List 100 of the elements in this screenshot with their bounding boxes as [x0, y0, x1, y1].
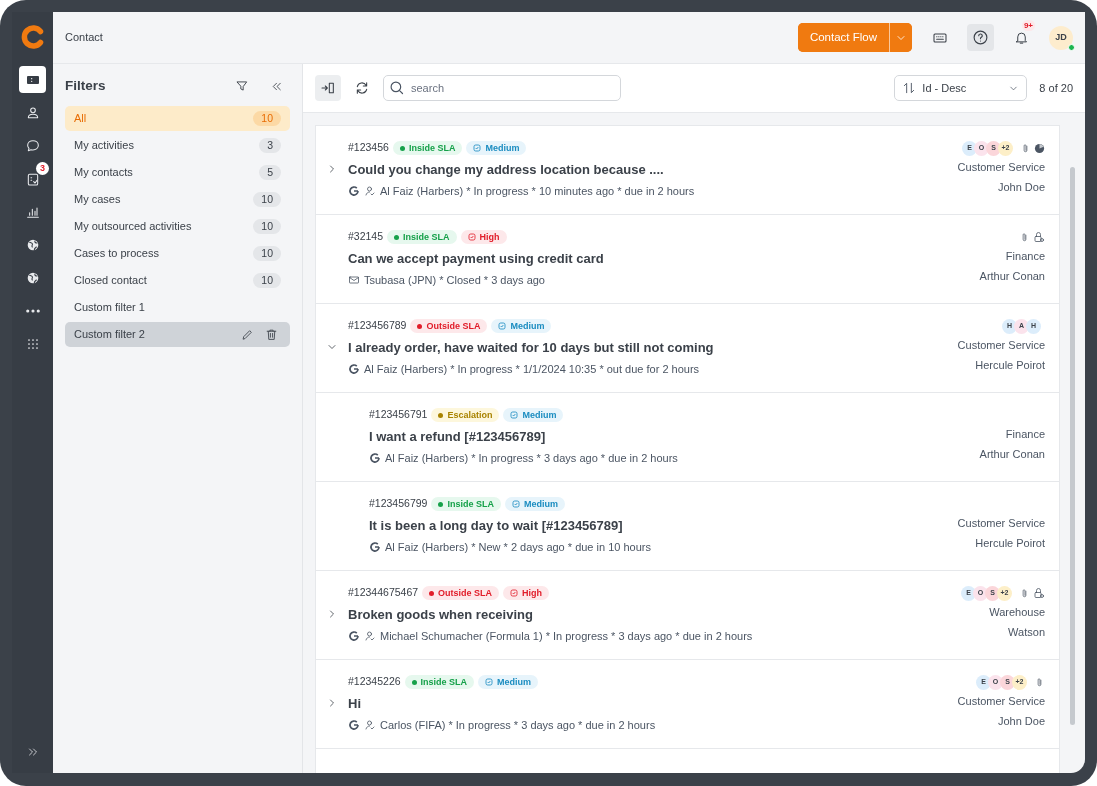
- sla-tag: Outside SLA: [422, 586, 500, 600]
- sort-icon: [902, 81, 917, 95]
- pencil-icon: [240, 328, 254, 341]
- case-details: Al Faiz (Harbers) * In progress * 3 days ago * due in 2 hours: [385, 450, 678, 466]
- count-badge: 10: [253, 219, 281, 234]
- count-badge: 10: [253, 111, 281, 126]
- panel-title: Filters: [65, 76, 106, 95]
- team-name: Customer Service: [957, 694, 1045, 709]
- filter-item[interactable]: Custom filter 2: [65, 322, 290, 347]
- case-title[interactable]: Could you change my address location because ....: [348, 160, 958, 180]
- priority-tag: Medium: [478, 675, 539, 689]
- assignee-name: Watson: [1008, 625, 1045, 640]
- filter-item[interactable]: My activities 3: [65, 133, 290, 158]
- case-title[interactable]: Can we accept payment using credit card: [348, 249, 980, 269]
- check-icon: [498, 322, 507, 330]
- priority-tag: Medium: [466, 141, 527, 155]
- filter-item[interactable]: My outsourced activities 10: [65, 214, 290, 239]
- search-field[interactable]: search: [383, 75, 621, 101]
- filter-label: Custom filter 1: [74, 300, 146, 316]
- nav-button[interactable]: [19, 66, 46, 93]
- case-id: #32145: [348, 229, 384, 245]
- nav-button[interactable]: 3: [19, 165, 46, 192]
- filter-label: My contacts: [74, 165, 134, 181]
- case-title[interactable]: Broken goods when receiving: [348, 605, 964, 625]
- notification-badge: 9+: [1021, 20, 1035, 31]
- filter-label: My cases: [74, 192, 122, 208]
- count-badge: 10: [253, 192, 281, 207]
- sla-tag: Inside SLA: [404, 675, 475, 689]
- check-icon: [510, 411, 519, 419]
- case-details: Carlos (FIFA) * In progress * 3 days ago * due in 2 hours: [380, 717, 656, 733]
- filter-item[interactable]: Custom filter 1: [65, 295, 290, 320]
- case-title[interactable]: I already order, have waited for 10 days but still not coming: [348, 338, 958, 358]
- filter-label: Closed contact: [74, 273, 148, 289]
- count-badge: 3: [259, 138, 281, 153]
- case-title[interactable]: I want a refund [#123456789]: [369, 427, 980, 447]
- result-count: 8 of 20: [1039, 80, 1073, 96]
- filter-label: My activities: [74, 138, 135, 154]
- filter-label: Custom filter 2: [74, 327, 146, 343]
- more-icon: [25, 308, 40, 313]
- case-id: #123456791: [369, 407, 428, 423]
- count-badge: 10: [253, 246, 281, 261]
- check-icon: [485, 678, 494, 686]
- count-badge: 5: [259, 165, 281, 180]
- sla-tag: Escalation: [431, 408, 500, 422]
- team-name: Customer Service: [957, 160, 1045, 175]
- assignee-name: Arthur Conan: [979, 269, 1045, 284]
- search-icon: [390, 81, 404, 95]
- case-id: #123456: [348, 140, 389, 156]
- team-name: Customer Service: [957, 338, 1045, 353]
- check-icon: [510, 589, 519, 597]
- count-badge: 10: [253, 273, 281, 288]
- refresh-icon: [354, 80, 370, 96]
- check-icon: [473, 144, 482, 152]
- assignee-name: John Doe: [997, 180, 1045, 195]
- sla-tag: Outside SLA: [410, 319, 488, 333]
- assignee-name: Hercule Poirot: [975, 536, 1045, 551]
- case-details: Michael Schumacher (Formula 1) * In progress * 3 days ago * due in 2 hours: [380, 628, 753, 644]
- chat-icon: [24, 137, 41, 154]
- team-name: Warehouse: [989, 605, 1045, 620]
- sort-dropdown[interactable]: Id - Desc: [894, 75, 1028, 101]
- team-name: Customer Service: [957, 516, 1045, 531]
- case-id: #123456799: [369, 496, 428, 512]
- priority-tag: Medium: [503, 408, 564, 422]
- team-name: Finance: [1005, 427, 1045, 442]
- priority-tag: High: [460, 230, 507, 244]
- trash-icon: [264, 328, 278, 341]
- logo-icon: [19, 24, 46, 50]
- page-title: Contact: [65, 30, 103, 46]
- notification-badge: 3: [36, 162, 49, 175]
- panel-toggle-button[interactable]: [315, 75, 341, 101]
- case-id: #123456789: [348, 318, 407, 334]
- priority-tag: Medium: [504, 497, 565, 511]
- filter-item[interactable]: Cases to process 10: [65, 241, 290, 266]
- sla-tag: Inside SLA: [387, 230, 457, 244]
- panel-icon: [320, 80, 336, 96]
- case-details: Tsubasa (JPN) * Closed * 3 days ago: [364, 272, 545, 288]
- case-id: #12344675467: [348, 585, 419, 601]
- filter-item[interactable]: My cases 10: [65, 187, 290, 212]
- case-details: Al Faiz (Harbers) * New * 2 days ago * due in 10 hours: [385, 539, 651, 555]
- filter-item[interactable]: My contacts 5: [65, 160, 290, 185]
- case-title[interactable]: It is been a long day to wait [#123456789]: [369, 516, 958, 536]
- filter-label: My outsourced activities: [74, 219, 193, 235]
- filter-icon: [234, 79, 249, 93]
- priority-tag: Medium: [491, 319, 552, 333]
- assignee-name: John Doe: [997, 714, 1045, 729]
- case-title[interactable]: Hi: [348, 694, 958, 714]
- case-details: Al Faiz (Harbers) * In progress * 10 minutes ago * due in 2 hours: [380, 183, 695, 199]
- assignee-name: Hercule Poirot: [975, 358, 1045, 373]
- scrollbar[interactable]: [1070, 167, 1075, 725]
- sla-tag: Inside SLA: [392, 141, 463, 155]
- filter-label: All: [74, 111, 88, 127]
- filter-label: Cases to process: [74, 246, 160, 262]
- help-button[interactable]: [967, 24, 994, 51]
- case-details: Al Faiz (Harbers) * In progress * 1/1/2024 10:35 * out due for 2 hours: [364, 361, 700, 377]
- user-avatar[interactable]: JD: [1049, 25, 1073, 50]
- team-name: Finance: [1005, 249, 1045, 264]
- priority-tag: High: [503, 586, 550, 600]
- dropdown-button[interactable]: [889, 22, 912, 53]
- case-id: #12345226: [348, 674, 401, 690]
- filter-item[interactable]: Closed contact 10: [65, 268, 290, 293]
